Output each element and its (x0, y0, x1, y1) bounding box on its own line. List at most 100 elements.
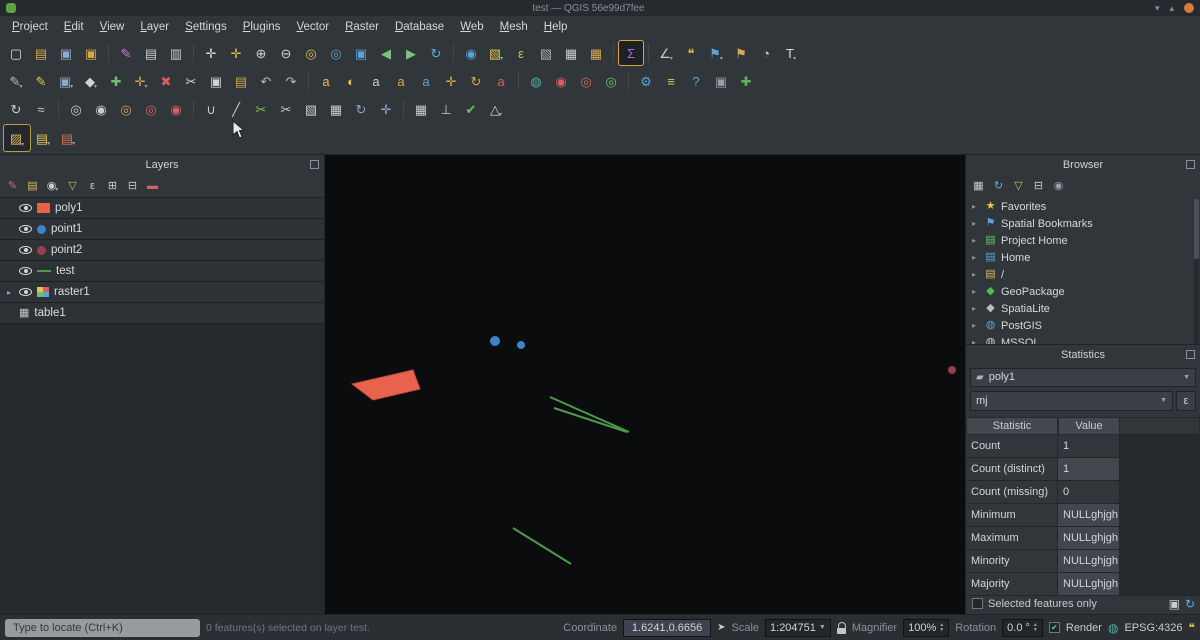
filter-by-expression-button[interactable]: ε (83, 177, 102, 196)
rotation-spinbox[interactable]: 0.0 °▲▼ (1002, 619, 1043, 637)
maximize-icon[interactable]: ▴ (1169, 3, 1174, 14)
vertex-editor-button[interactable]: ▦ (409, 97, 433, 121)
dock-options-icon[interactable] (1186, 350, 1195, 359)
save-project-button[interactable]: ▣ (54, 41, 78, 65)
visibility-eye-icon[interactable] (19, 223, 32, 236)
layer-item-test[interactable]: test (0, 261, 324, 282)
layer-item-point2[interactable]: point2 (0, 240, 324, 261)
split-parts-button[interactable]: ✂ (274, 97, 298, 121)
select-by-expression-button[interactable]: ε (509, 41, 533, 65)
layer-diagram-button[interactable]: ◐ (339, 69, 363, 93)
vertex-tool-button[interactable]: ◆▾ (79, 69, 103, 93)
cut-features-button[interactable]: ✂ (179, 69, 203, 93)
zoom-next-button[interactable]: ▶ (399, 41, 423, 65)
redo-button[interactable]: ↷ (279, 69, 303, 93)
browser-item-bookmark[interactable]: ▸⚑Spatial Bookmarks (966, 215, 1200, 232)
new-print-layout-button[interactable]: ▤ (139, 41, 163, 65)
dropdown-arrow-icon[interactable]: ▾ (499, 111, 502, 121)
dropdown-arrow-icon[interactable]: ▾ (70, 83, 73, 93)
browser-item-star[interactable]: ▸★Favorites (966, 198, 1200, 215)
refresh-map-button[interactable]: ↻ (424, 41, 448, 65)
menu-item-settings[interactable]: Settings (177, 18, 235, 36)
plugin-manager-button[interactable]: ▣ (709, 69, 733, 93)
browser-item-spatialite[interactable]: ▸◆SpatiaLite (966, 300, 1200, 317)
mouse-position-icon[interactable]: ➤ (717, 622, 725, 633)
copy-features-button[interactable]: ▣ (204, 69, 228, 93)
statistical-summary-button[interactable]: Σ (619, 41, 643, 65)
dropdown-arrow-icon[interactable]: ▾ (94, 83, 97, 93)
highlight-pinned-labels-button[interactable]: a (414, 69, 438, 93)
save-project-as-button[interactable]: ▣ (79, 41, 103, 65)
layer-labeling-button[interactable]: a (314, 69, 338, 93)
rotate-point-symbols-button[interactable]: ↻ (349, 97, 373, 121)
selected-features-checkbox[interactable] (972, 598, 983, 609)
menu-item-plugins[interactable]: Plugins (235, 18, 289, 36)
dropdown-arrow-icon[interactable]: ▾ (720, 55, 723, 65)
show-bookmarks-button[interactable]: ⚑ (729, 41, 753, 65)
paste-features-button[interactable]: ▤ (229, 69, 253, 93)
statistics-row[interactable]: Count1 (966, 435, 1200, 458)
new-project-button[interactable]: ▢ (4, 41, 28, 65)
delete-part-button[interactable]: ◉ (164, 97, 188, 121)
dropdown-arrow-icon[interactable]: ▾ (47, 140, 50, 150)
rotate-feature-button[interactable]: ↻ (4, 97, 28, 121)
undo-button[interactable]: ↶ (254, 69, 278, 93)
statistics-row[interactable]: MinimumNULLghjgh (966, 504, 1200, 527)
pan-to-selection-button[interactable]: ✛ (224, 41, 248, 65)
copy-statistics-icon[interactable]: ▣ (1169, 597, 1180, 611)
convert-to-offline-button[interactable]: ◎ (599, 69, 623, 93)
locate-input[interactable]: Type to locate (Ctrl+K) (5, 619, 200, 637)
menu-item-layer[interactable]: Layer (132, 18, 177, 36)
menu-item-view[interactable]: View (92, 18, 133, 36)
help-contents-button[interactable]: ? (684, 69, 708, 93)
split-features-button[interactable]: ✂ (249, 97, 273, 121)
field-calculator-button[interactable]: ▦ (584, 41, 608, 65)
zoom-to-layer-button[interactable]: ▣ (349, 41, 373, 65)
open-project-button[interactable]: ▤ (29, 41, 53, 65)
visibility-eye-icon[interactable] (19, 202, 32, 215)
menu-item-mesh[interactable]: Mesh (492, 18, 536, 36)
zoom-full-button[interactable]: ◎ (299, 41, 323, 65)
statistics-row[interactable]: Count (missing)0 (966, 481, 1200, 504)
rotate-label-button[interactable]: ↻ (464, 69, 488, 93)
properties-widget-button[interactable]: ◉ (1049, 177, 1068, 196)
zoom-in-button[interactable]: ⊕ (249, 41, 273, 65)
menu-item-vector[interactable]: Vector (288, 18, 337, 36)
georeferencer-tool-button[interactable]: ▤▾ (56, 126, 80, 150)
menu-item-raster[interactable]: Raster (337, 18, 387, 36)
expand-all-button[interactable]: ⊞ (103, 177, 122, 196)
dropdown-arrow-icon[interactable]: ▾ (72, 140, 75, 150)
deselect-all-button[interactable]: ▧ (534, 41, 558, 65)
menu-item-help[interactable]: Help (536, 18, 576, 36)
labeling-rules-button[interactable]: a (364, 69, 388, 93)
collapse-all-button[interactable]: ⊟ (123, 177, 142, 196)
expand-arrow-icon[interactable]: ▸ (972, 287, 980, 296)
dropdown-arrow-icon[interactable]: ▾ (19, 83, 22, 93)
statistics-row[interactable]: Count (distinct)1 (966, 458, 1200, 481)
add-feature-button[interactable]: ✚ (104, 69, 128, 93)
layer-item-poly1[interactable]: poly1 (0, 198, 324, 219)
python-console-button[interactable]: ≡ (659, 69, 683, 93)
dropdown-arrow-icon[interactable]: ▾ (793, 55, 796, 65)
new-bookmark-button[interactable]: ⚑▾ (704, 41, 728, 65)
offset-point-symbols-button[interactable]: ✛ (374, 97, 398, 121)
add-raster-layer-button[interactable]: ✚ (734, 69, 758, 93)
dock-options-icon[interactable] (310, 160, 319, 169)
layer-item-point1[interactable]: point1 (0, 219, 324, 240)
raster-selection-tool-button[interactable]: ▨▾ (4, 125, 30, 151)
expand-arrow-icon[interactable]: ▸ (972, 338, 980, 344)
fill-ring-button[interactable]: ◎ (114, 97, 138, 121)
statistics-row[interactable]: MajorityNULLghjgh (966, 573, 1200, 596)
refresh-browser-button[interactable]: ↻ (989, 177, 1008, 196)
check-geometries-button[interactable]: ✔ (459, 97, 483, 121)
spin-arrows-icon[interactable]: ▲▼ (1033, 623, 1038, 633)
move-label-button[interactable]: ✛ (439, 69, 463, 93)
layer-item-table1[interactable]: ▦table1 (0, 303, 324, 324)
filter-browser-button[interactable]: ▽ (1009, 177, 1028, 196)
merge-features-button[interactable]: ▧ (299, 97, 323, 121)
menu-item-database[interactable]: Database (387, 18, 452, 36)
coordinate-input[interactable]: 1.6241,0.6656 (623, 619, 711, 637)
db-manager-button[interactable]: ◍ (524, 69, 548, 93)
layer-item-raster1[interactable]: ▸raster1 (0, 282, 324, 303)
statistics-field-combo[interactable]: mj ▼ (970, 391, 1173, 411)
